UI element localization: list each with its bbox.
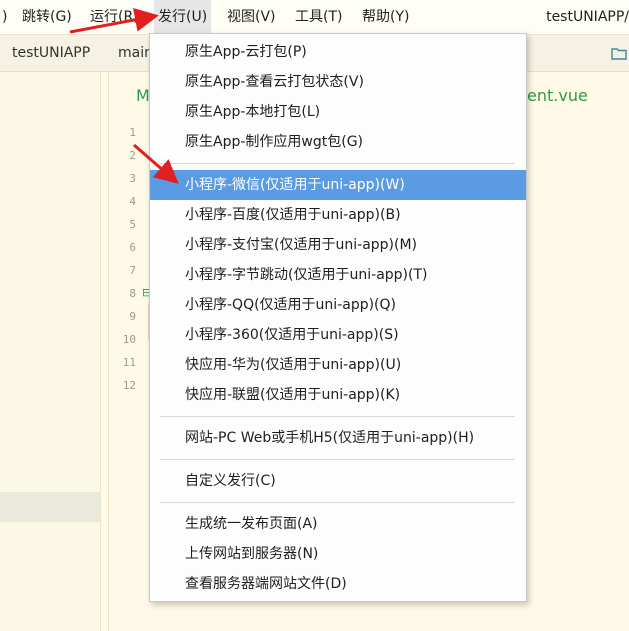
line-number: 8: [129, 287, 136, 300]
line-number: 1: [129, 126, 136, 139]
menu-option-mp-toutiao[interactable]: 小程序-字节跳动(仅适用于uni-app)(T): [150, 260, 526, 290]
folder-icon[interactable]: [611, 45, 627, 60]
line-number: 12: [122, 379, 136, 392]
menu-item-tools[interactable]: 工具(T): [295, 0, 342, 34]
menu-item-help[interactable]: 帮助(Y): [362, 0, 409, 34]
sidebar-divider: [108, 72, 109, 631]
editor-text-right: ent.vue: [527, 86, 588, 105]
menu-separator: [160, 163, 515, 164]
menu-item-partial[interactable]: ): [2, 0, 7, 34]
menu-item-publish[interactable]: 发行(U): [154, 0, 212, 34]
menu-option-native-local-pack[interactable]: 原生App-本地打包(L): [150, 97, 526, 127]
line-number: 10: [122, 333, 136, 346]
window-title: testUNIAPP/: [546, 9, 629, 25]
line-number: 5: [129, 218, 136, 231]
sidebar-selected-row[interactable]: [0, 492, 100, 522]
line-number: 6: [129, 241, 136, 254]
menu-item-goto[interactable]: 跳转(G): [22, 0, 72, 34]
project-sidebar: [0, 72, 101, 631]
menu-option-view-server-files[interactable]: 查看服务器端网站文件(D): [150, 569, 526, 599]
menu-separator: [160, 459, 515, 460]
menu-option-quickapp-union[interactable]: 快应用-联盟(仅适用于uni-app)(K): [150, 380, 526, 410]
menu-option-mp-weixin[interactable]: 小程序-微信(仅适用于uni-app)(W): [150, 170, 526, 200]
line-number: 7: [129, 264, 136, 277]
menu-option-custom-publish[interactable]: 自定义发行(C): [150, 466, 526, 496]
menu-option-mp-qq[interactable]: 小程序-QQ(仅适用于uni-app)(Q): [150, 290, 526, 320]
menu-option-native-cloud-status[interactable]: 原生App-查看云打包状态(V): [150, 67, 526, 97]
tab-project[interactable]: testUNIAPP: [12, 35, 90, 71]
publish-dropdown-menu: 原生App-云打包(P) 原生App-查看云打包状态(V) 原生App-本地打包…: [149, 33, 527, 602]
menu-item-run[interactable]: 运行(R): [90, 0, 139, 34]
menu-option-mp-baidu[interactable]: 小程序-百度(仅适用于uni-app)(B): [150, 200, 526, 230]
menu-option-generate-release-page[interactable]: 生成统一发布页面(A): [150, 509, 526, 539]
menu-option-mp-360[interactable]: 小程序-360(仅适用于uni-app)(S): [150, 320, 526, 350]
menu-option-native-cloud-pack[interactable]: 原生App-云打包(P): [150, 37, 526, 67]
line-number: 9: [129, 310, 136, 323]
menu-bar: ) 跳转(G) 运行(R) 发行(U) 视图(V) 工具(T) 帮助(Y) te…: [0, 0, 629, 35]
menu-item-view[interactable]: 视图(V): [227, 0, 276, 34]
menu-option-native-wgt[interactable]: 原生App-制作应用wgt包(G): [150, 127, 526, 157]
line-number: 3: [129, 172, 136, 185]
tab-main[interactable]: main: [118, 35, 153, 71]
menu-option-mp-alipay[interactable]: 小程序-支付宝(仅适用于uni-app)(M): [150, 230, 526, 260]
menu-separator: [160, 502, 515, 503]
line-number: 4: [129, 195, 136, 208]
menu-separator: [160, 416, 515, 417]
menu-option-web-h5[interactable]: 网站-PC Web或手机H5(仅适用于uni-app)(H): [150, 423, 526, 453]
editor-text-left: M: [136, 86, 150, 105]
line-number: 11: [122, 356, 136, 369]
menu-option-quickapp-huawei[interactable]: 快应用-华为(仅适用于uni-app)(U): [150, 350, 526, 380]
menu-option-upload-to-server[interactable]: 上传网站到服务器(N): [150, 539, 526, 569]
line-number: 2: [129, 149, 136, 162]
